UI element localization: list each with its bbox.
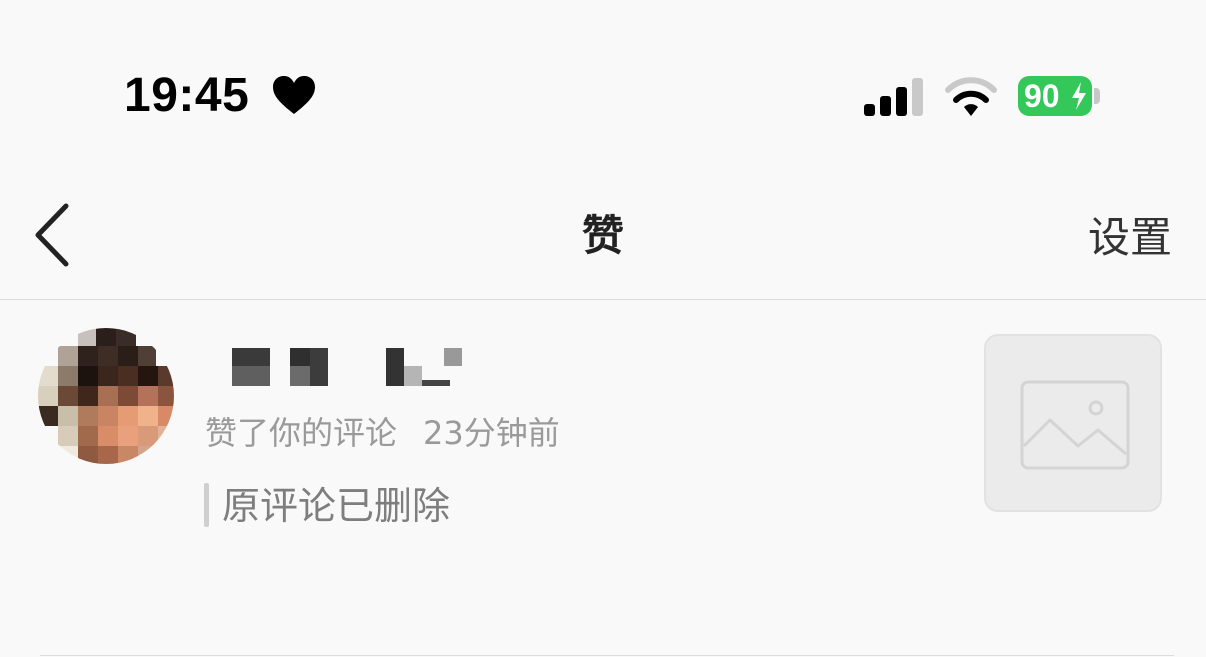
quoted-comment[interactable]: 原评论已删除 [222, 478, 450, 534]
page-title: 赞 [581, 211, 624, 260]
charging-bolt-icon [1072, 82, 1086, 110]
avatar-image [38, 328, 174, 464]
username-pixelated[interactable] [224, 342, 474, 390]
cellular-signal-icon [864, 78, 923, 116]
avatar[interactable] [38, 328, 174, 464]
battery-cap [1094, 88, 1100, 104]
heart-icon [273, 76, 315, 114]
post-thumbnail[interactable] [984, 334, 1162, 512]
quote-bar [204, 483, 209, 527]
notification-time: 23分钟前 [423, 414, 560, 452]
image-placeholder-icon [1020, 380, 1130, 470]
battery-charging-icon: 90 [1018, 76, 1092, 116]
row-divider [40, 655, 1174, 656]
notification-action: 赞了你的评论 [205, 414, 398, 452]
screen: 19:45 90 赞 设置 赞了你的评论 23分钟前 原评论已删除 [0, 0, 1206, 657]
status-time: 19:45 [124, 69, 250, 122]
settings-button[interactable]: 设置 [1088, 208, 1172, 268]
wifi-icon [945, 77, 997, 116]
battery-level: 90 [1024, 78, 1060, 114]
nav-divider [0, 299, 1206, 300]
notification-action-line: 赞了你的评论 23分钟前 [205, 408, 560, 458]
